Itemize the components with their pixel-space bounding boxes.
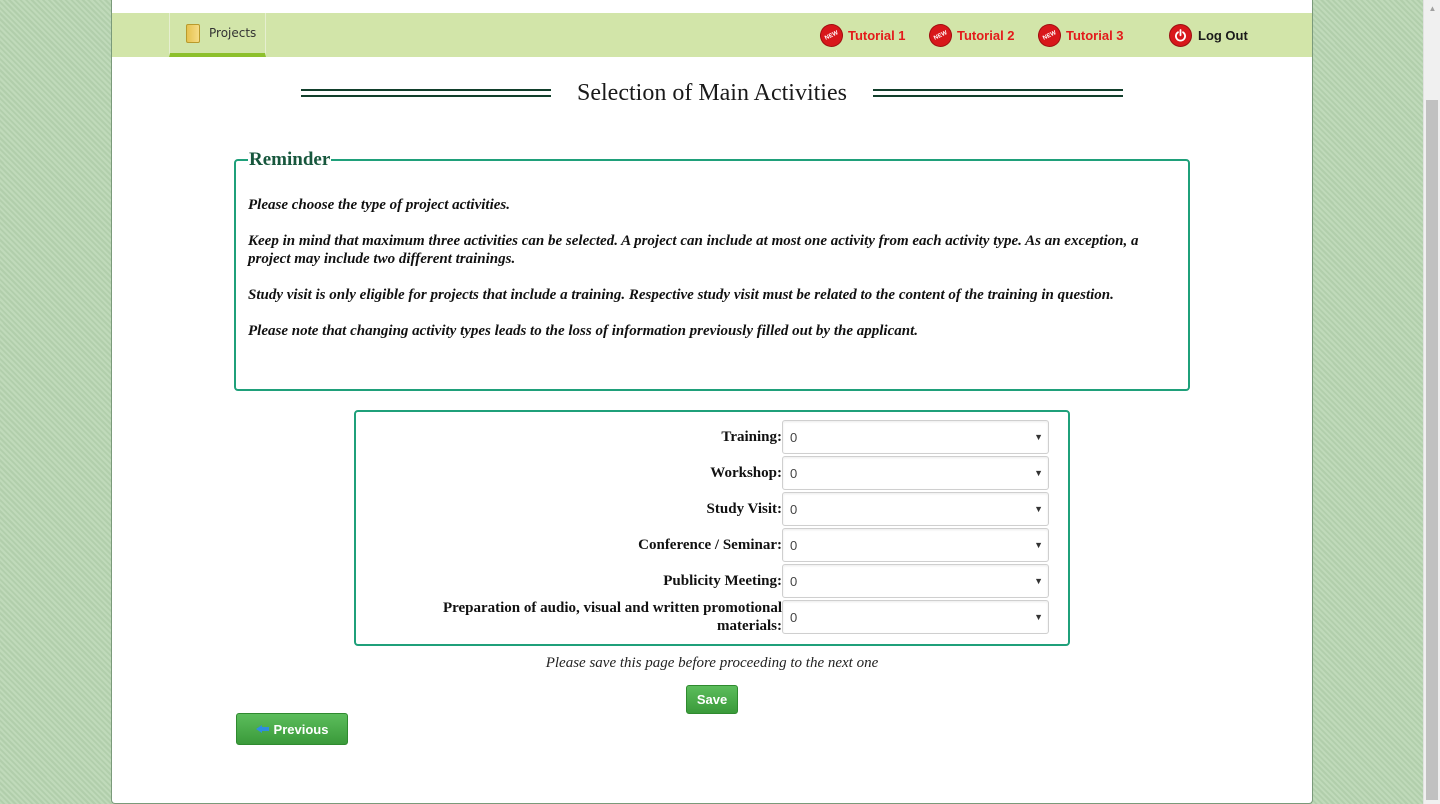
save-button[interactable]: Save (686, 685, 738, 714)
reminder-paragraph: Keep in mind that maximum three activiti… (248, 233, 1139, 267)
promotional-materials-label: Preparation of audio, visual and written… (442, 600, 782, 634)
save-reminder-note: Please save this page before proceeding … (545, 655, 879, 671)
activity-selection-form: Training: 0 ▼ Workshop: 0 ▼ Study Visit:… (354, 410, 1070, 646)
logout-link[interactable]: Log Out (1169, 23, 1248, 47)
conference-seminar-select-value: 0 (790, 537, 798, 553)
training-label: Training: (721, 429, 782, 445)
training-select[interactable]: 0 ▼ (782, 420, 1049, 454)
projects-tab[interactable]: Projects (169, 13, 266, 57)
logout-label: Log Out (1198, 27, 1248, 43)
workshop-row: Workshop: 0 ▼ (356, 456, 1068, 490)
publicity-meeting-row: Publicity Meeting: 0 ▼ (356, 564, 1068, 598)
training-select-value: 0 (790, 429, 798, 445)
projects-tab-label: Projects (209, 26, 257, 40)
page-title-block: Selection of Main Activities (301, 78, 1123, 108)
tutorial-2-link[interactable]: NEW Tutorial 2 (925, 19, 1015, 51)
title-left-rule (301, 89, 551, 97)
power-icon (1169, 23, 1192, 47)
study-visit-row: Study Visit: 0 ▼ (356, 492, 1068, 526)
reminder-paragraph: Please choose the type of project activi… (248, 197, 511, 213)
chevron-down-icon: ▼ (1034, 504, 1043, 514)
chevron-down-icon: ▼ (1034, 540, 1043, 550)
reminder-paragraph: Study visit is only eligible for project… (248, 287, 1114, 303)
promotional-materials-select[interactable]: 0 ▼ (782, 600, 1049, 634)
new-badge-icon: NEW (925, 19, 956, 51)
reminder-legend: Reminder (249, 149, 331, 170)
tutorial-3-label: Tutorial 3 (1066, 27, 1124, 43)
conference-seminar-row: Conference / Seminar: 0 ▼ (356, 528, 1068, 562)
new-badge-icon: NEW (1034, 19, 1065, 51)
reminder-box: Reminder Please choose the type of proje… (234, 149, 1190, 391)
promotional-materials-row: Preparation of audio, visual and written… (356, 600, 1068, 634)
promotional-materials-select-value: 0 (790, 609, 798, 625)
workshop-select[interactable]: 0 ▼ (782, 456, 1049, 490)
page-title: Selection of Main Activities (563, 79, 861, 107)
tutorial-1-link[interactable]: NEW Tutorial 1 (816, 19, 906, 51)
conference-seminar-label: Conference / Seminar: (638, 537, 782, 553)
new-badge-icon: NEW (816, 19, 847, 51)
chevron-down-icon: ▼ (1034, 612, 1043, 622)
publicity-meeting-select[interactable]: 0 ▼ (782, 564, 1049, 598)
chevron-down-icon: ▼ (1034, 576, 1043, 586)
reminder-paragraph: Please note that changing activity types… (248, 323, 918, 339)
title-right-rule (873, 89, 1123, 97)
scrollbar-thumb[interactable] (1426, 100, 1438, 800)
conference-seminar-select[interactable]: 0 ▼ (782, 528, 1049, 562)
tutorial-3-link[interactable]: NEW Tutorial 3 (1034, 19, 1124, 51)
study-visit-select-value: 0 (790, 501, 798, 517)
tutorial-1-label: Tutorial 1 (848, 27, 906, 43)
training-row: Training: 0 ▼ (356, 420, 1068, 454)
workshop-label: Workshop: (710, 465, 782, 481)
workshop-select-value: 0 (790, 465, 798, 481)
previous-button-label: Previous (273, 721, 329, 737)
vertical-scrollbar[interactable]: ▲ (1423, 0, 1440, 804)
study-visit-label: Study Visit: (706, 501, 782, 517)
tutorial-2-label: Tutorial 2 (957, 27, 1015, 43)
chevron-down-icon: ▼ (1034, 468, 1043, 478)
previous-button[interactable]: Previous (236, 713, 348, 745)
main-content-panel: Projects NEW Tutorial 1 NEW Tutorial 2 N… (111, 0, 1313, 804)
scroll-up-arrow-icon[interactable]: ▲ (1424, 0, 1440, 17)
publicity-meeting-label: Publicity Meeting: (663, 573, 782, 589)
publicity-meeting-select-value: 0 (790, 573, 798, 589)
top-navigation-bar: Projects NEW Tutorial 1 NEW Tutorial 2 N… (112, 13, 1312, 57)
folder-icon (186, 23, 200, 43)
chevron-down-icon: ▼ (1034, 432, 1043, 442)
arrow-left-icon (255, 725, 270, 733)
study-visit-select[interactable]: 0 ▼ (782, 492, 1049, 526)
